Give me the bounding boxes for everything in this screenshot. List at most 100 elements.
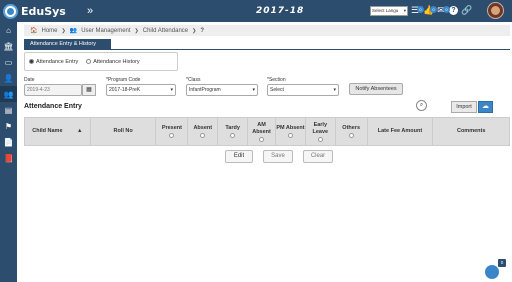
class-label: *Class: [186, 77, 201, 83]
column-label: AM Absent: [252, 121, 271, 135]
mail-icon[interactable]: ✉ 0: [436, 4, 450, 16]
select-all-radio[interactable]: [287, 133, 293, 138]
breadcrumb: 🏠 Home ❯ 👥 User Management ❯ Child Atten…: [24, 25, 510, 36]
section-label: *Section: [267, 77, 286, 83]
chevron-down-icon: ▾: [333, 87, 336, 93]
column-label: Comments: [456, 128, 486, 134]
chat-badge: 0: [498, 259, 506, 267]
tab-underline: [24, 49, 510, 50]
section-select[interactable]: Select ▾: [267, 84, 339, 96]
column-header: Roll No: [91, 118, 157, 145]
action-buttons: Edit Save Clear: [225, 150, 333, 163]
notification-badge: 0: [443, 6, 450, 13]
column-header: Comments: [433, 118, 509, 145]
select-all-radio[interactable]: [348, 133, 354, 138]
sidebar: ⌂ 🏛 ▭ 👤 👥 ▤ ⚑ 📄 📕: [0, 22, 17, 282]
thumbs-up-icon[interactable]: 👍 0: [423, 4, 437, 16]
home-icon[interactable]: ⌂: [0, 22, 17, 38]
id-card-icon[interactable]: ▤: [0, 102, 17, 118]
column-label: PM Absent: [276, 125, 305, 131]
column-label: Child Name: [32, 128, 63, 134]
breadcrumb-child-attendance[interactable]: Child Attendance: [143, 28, 188, 34]
radio-attendance-entry[interactable]: Attendance Entry: [29, 59, 78, 65]
user-avatar[interactable]: [487, 2, 504, 19]
column-header: Present: [156, 118, 189, 145]
column-label: Absent: [193, 125, 213, 131]
app-logo[interactable]: EduSys: [3, 3, 87, 19]
institution-icon[interactable]: 🏛: [0, 38, 17, 54]
clear-button[interactable]: Clear: [303, 150, 333, 163]
chevron-down-icon: ▾: [170, 87, 173, 93]
users-icon: 👥: [69, 28, 78, 34]
column-header[interactable]: Child Name ▲: [25, 118, 91, 145]
document-icon[interactable]: 📄: [0, 134, 17, 150]
column-label: Others: [342, 125, 361, 131]
cloud-upload-icon[interactable]: ☁: [478, 101, 493, 113]
save-button[interactable]: Save: [263, 150, 293, 163]
chevron-right-icon: ❯: [61, 27, 66, 34]
column-label: Early Leave: [312, 121, 329, 135]
radio-attendance-history[interactable]: Attendance History: [86, 58, 140, 65]
class-select[interactable]: InfantProgram ▾: [186, 84, 258, 96]
column-label: Present: [161, 125, 182, 131]
language-select[interactable]: Select Langu ▾: [370, 6, 408, 16]
search-icon[interactable]: ⌕: [416, 100, 427, 111]
monitor-icon[interactable]: ▭: [0, 54, 17, 70]
user-icon[interactable]: 👤: [0, 70, 17, 86]
column-header: Others: [336, 118, 368, 145]
column-header: Late Fee Amount: [368, 118, 434, 145]
help-icon[interactable]: ?: [449, 5, 458, 15]
tab-attendance-entry-history[interactable]: Attendance Entry & History: [24, 39, 111, 49]
attendance-mode-radio-group: Attendance Entry Attendance History: [24, 52, 178, 71]
chat-icon[interactable]: [485, 265, 499, 279]
select-all-radio[interactable]: [259, 136, 265, 142]
column-header: Tardy: [218, 118, 249, 145]
list-icon[interactable]: ☰ 0: [410, 4, 424, 16]
app-name: EduSys: [21, 4, 66, 18]
breadcrumb-user-management[interactable]: User Management: [81, 28, 130, 34]
home-icon: 🏠: [30, 28, 38, 34]
column-header: Absent: [188, 118, 219, 145]
radio-unchecked-icon: [86, 58, 92, 64]
book-icon[interactable]: 📕: [0, 150, 17, 166]
column-header: PM Absent: [276, 118, 306, 145]
date-label: Date: [24, 77, 35, 83]
notify-absentees-button[interactable]: Notify Absentees: [349, 83, 403, 95]
chevron-right-icon: ❯: [134, 27, 139, 34]
language-select-value: Select Langu: [372, 8, 399, 13]
radio-checked-icon: [29, 58, 34, 64]
calendar-icon[interactable]: ▦: [82, 84, 96, 96]
select-all-radio[interactable]: [169, 133, 175, 138]
breadcrumb-help[interactable]: ?: [200, 28, 204, 34]
class-value: InfantProgram: [189, 87, 221, 93]
breadcrumb-home[interactable]: Home: [41, 28, 57, 34]
program-code-label: *Program Code: [106, 77, 141, 83]
attendance-table-header: Child Name ▲ Roll No Present Absent Tardy AM A…: [24, 117, 510, 146]
section-value: Select: [270, 87, 284, 93]
column-label: Late Fee Amount: [377, 128, 423, 134]
top-navbar: EduSys » 2017-18 Select Langu ▾ ☰ 0 👍 0 ✉ 0? 🔗: [0, 0, 512, 22]
top-icon-group: ☰ 0 👍 0 ✉ 0? 🔗: [410, 4, 472, 16]
chevron-right-icon: ❯: [192, 27, 197, 34]
column-header: Early Leave: [306, 118, 336, 145]
date-value: 2019-4-23: [27, 87, 50, 93]
program-code-select[interactable]: 2017-18-PreK ▾: [106, 84, 176, 96]
sort-icon[interactable]: ▲: [77, 128, 82, 135]
select-all-radio[interactable]: [317, 136, 323, 142]
select-all-radio[interactable]: [200, 133, 206, 138]
import-button[interactable]: Import: [451, 101, 477, 113]
section-title: Attendance Entry: [24, 103, 82, 110]
logo-icon: [3, 3, 18, 19]
column-header: AM Absent: [248, 118, 276, 145]
column-label: Tardy: [225, 125, 240, 131]
column-label: Roll No: [113, 128, 133, 134]
date-field[interactable]: 2019-4-23: [24, 84, 82, 96]
user-management-icon[interactable]: 👥: [0, 86, 17, 102]
radio-label: Attendance History: [93, 58, 140, 65]
edit-button[interactable]: Edit: [225, 150, 253, 163]
program-code-value: 2017-18-PreK: [109, 87, 141, 93]
collapse-sidebar-icon[interactable]: »: [87, 5, 107, 17]
link-icon[interactable]: 🔗: [461, 4, 472, 16]
select-all-radio[interactable]: [230, 133, 236, 138]
flag-icon[interactable]: ⚑: [0, 118, 17, 134]
